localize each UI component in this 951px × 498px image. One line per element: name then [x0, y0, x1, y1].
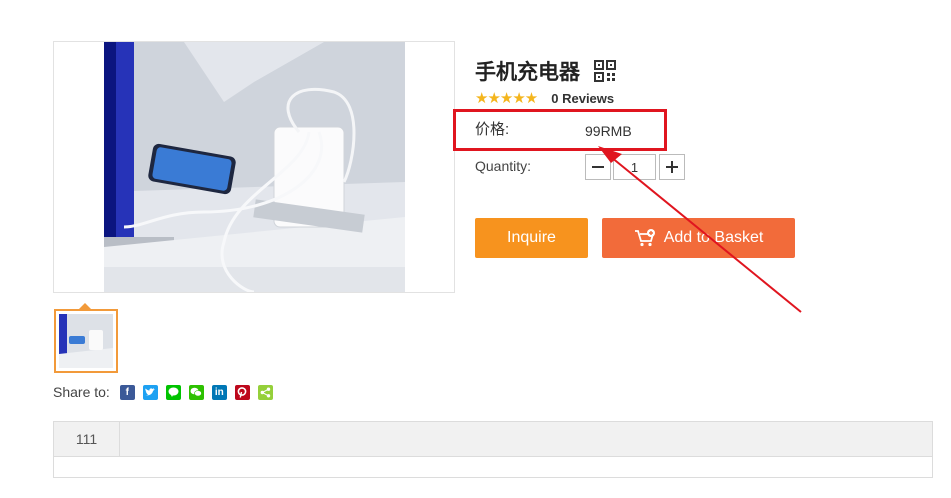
product-thumbnail[interactable]: [54, 309, 118, 373]
plus-icon: [666, 161, 678, 173]
product-title-row: 手机充电器: [475, 56, 616, 86]
pinterest-icon[interactable]: [234, 384, 250, 400]
quantity-increase-button[interactable]: [659, 154, 685, 180]
minus-icon: [592, 166, 604, 168]
product-tabs: 111: [53, 421, 933, 478]
inquire-button[interactable]: Inquire: [475, 218, 588, 258]
share-bar: Share to: f in: [53, 384, 273, 400]
quantity-input[interactable]: 1: [613, 154, 656, 180]
qr-code-icon[interactable]: [594, 60, 616, 82]
product-photo: [104, 42, 405, 292]
tab-111[interactable]: 111: [54, 422, 120, 456]
quantity-label: Quantity:: [475, 158, 532, 174]
quantity-decrease-button[interactable]: [585, 154, 611, 180]
thumbnail-image: [59, 314, 113, 368]
linkedin-icon[interactable]: in: [211, 384, 227, 400]
twitter-icon[interactable]: [142, 384, 158, 400]
product-title: 手机充电器: [475, 61, 580, 84]
annotation-highlight-box: [453, 109, 667, 151]
line-icon[interactable]: [165, 384, 181, 400]
share-label: Share to:: [53, 384, 110, 400]
add-to-basket-label: Add to Basket: [663, 229, 764, 246]
star-rating: ★★★★★: [475, 90, 538, 107]
wechat-icon[interactable]: [188, 384, 204, 400]
sharethis-icon[interactable]: [257, 384, 273, 400]
reviews-link[interactable]: 0 Reviews: [551, 91, 614, 106]
facebook-icon[interactable]: f: [119, 384, 135, 400]
rating-row: ★★★★★ 0 Reviews: [475, 89, 614, 107]
tab-bar: 111: [54, 422, 932, 457]
add-to-basket-button[interactable]: Add to Basket: [602, 218, 795, 258]
cart-plus-icon: [634, 229, 655, 247]
product-main-image[interactable]: [53, 41, 455, 293]
